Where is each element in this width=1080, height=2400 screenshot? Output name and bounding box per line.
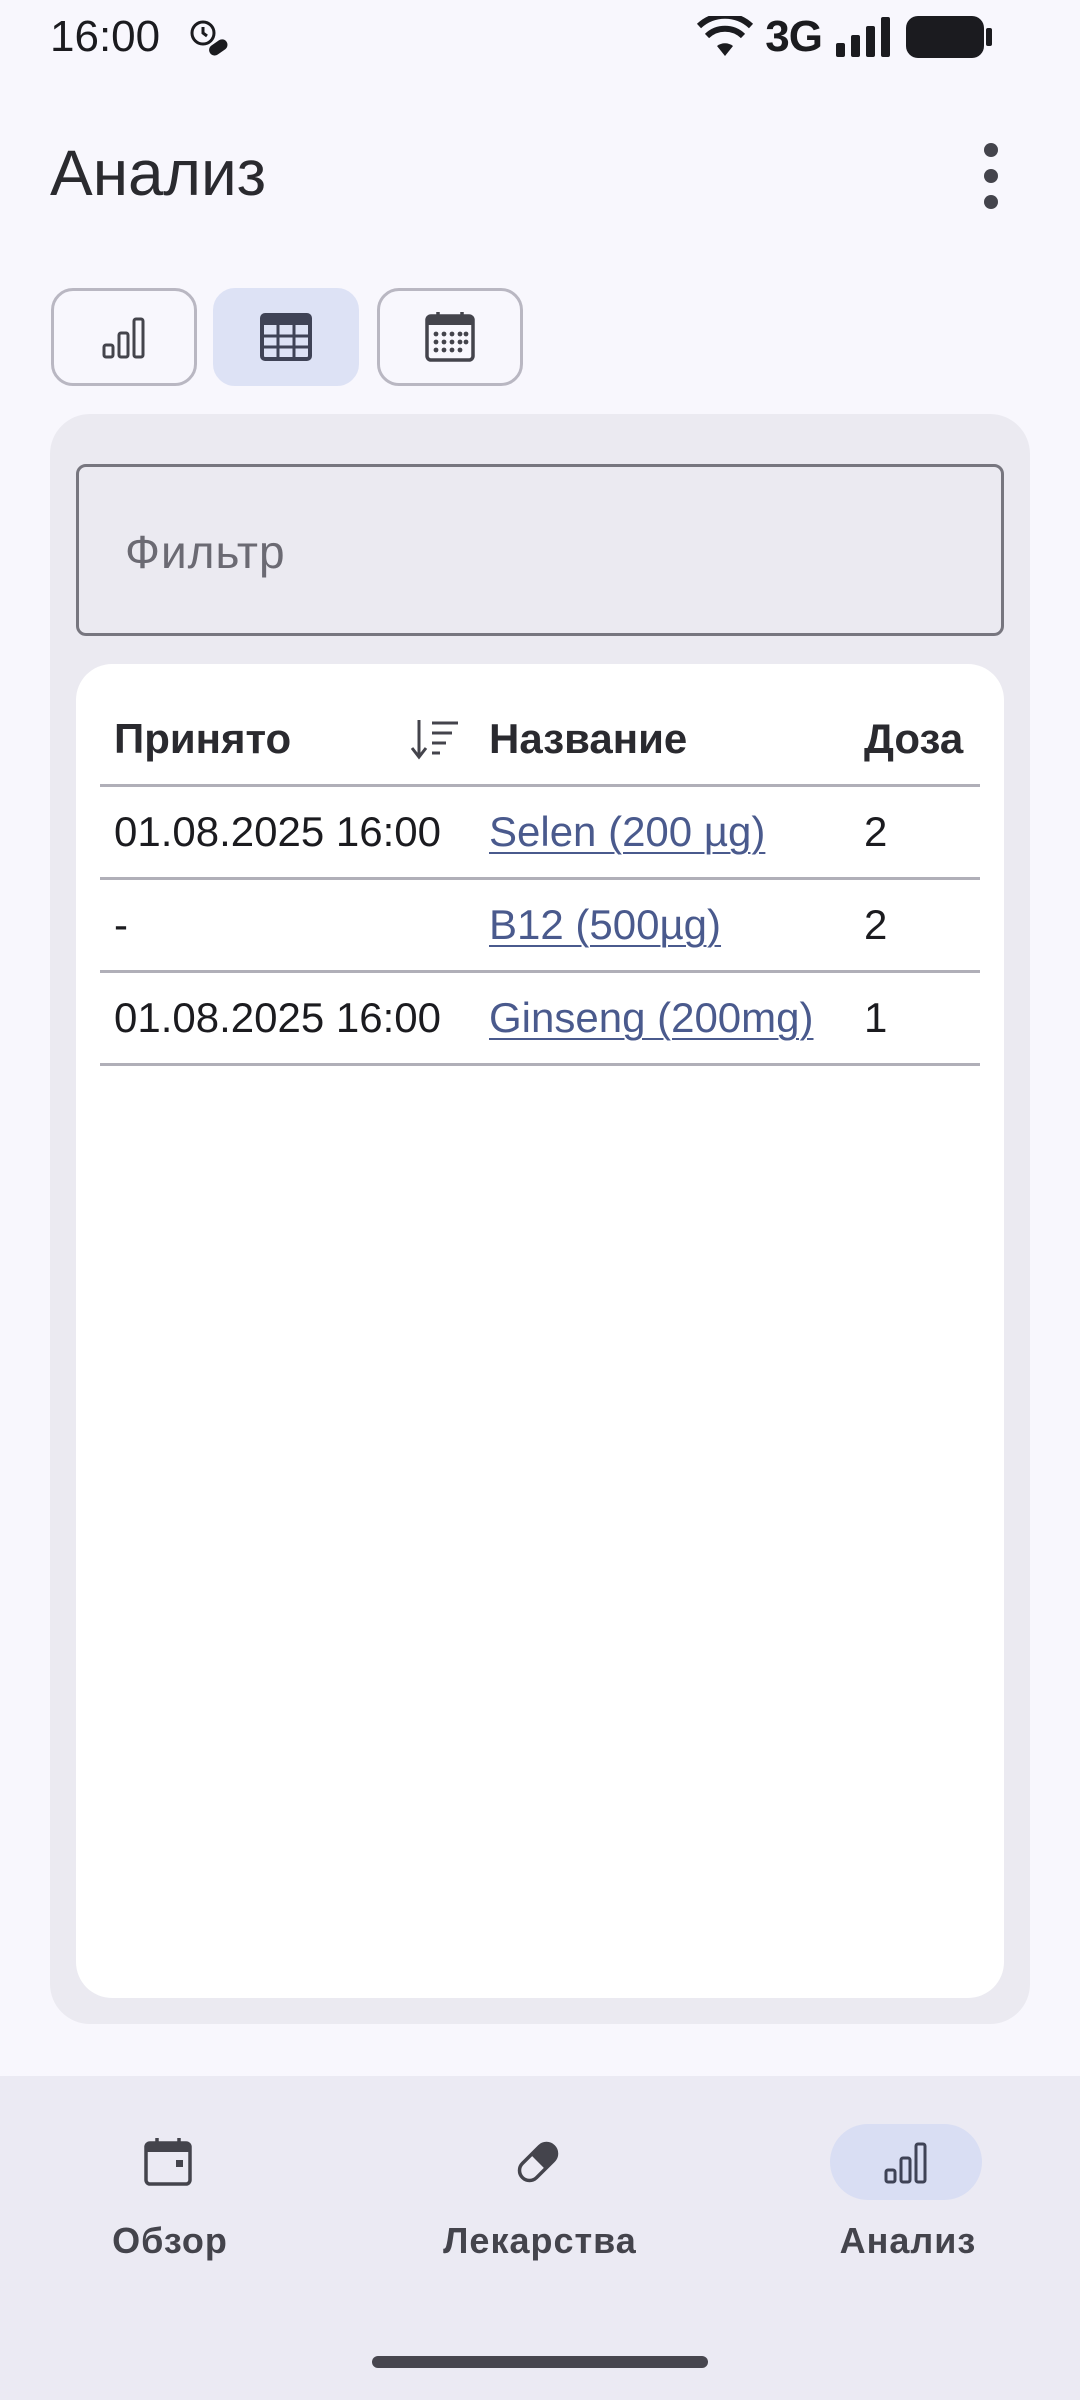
table-header-row: Принято Название Доза <box>100 694 980 787</box>
column-header-taken[interactable]: Принято <box>114 694 291 784</box>
alarm-icon <box>190 20 228 56</box>
medication-link[interactable]: Selen (200 µg) <box>489 787 765 877</box>
medication-link[interactable]: Ginseng (200mg) <box>489 973 814 1063</box>
wifi-icon <box>697 16 754 56</box>
cell-dose: 2 <box>864 901 888 948</box>
overflow-menu-button[interactable] <box>966 136 1016 216</box>
more-vert-icon <box>984 143 998 209</box>
nav-indicator <box>462 2124 614 2200</box>
filter-placeholder: Фильтр <box>125 526 286 578</box>
nav-indicator <box>92 2124 244 2200</box>
chart-view-button[interactable] <box>51 288 197 386</box>
bottom-navigation: Обзор Лекарства Анализ <box>0 2076 1080 2400</box>
medication-link[interactable]: B12 (500µg) <box>489 880 721 970</box>
status-bar: 16:00 3G <box>0 0 1080 74</box>
status-icons: 3G <box>697 12 992 61</box>
cell-taken: - <box>114 901 128 948</box>
filter-input[interactable]: Фильтр <box>76 464 1004 636</box>
table-icon <box>260 313 312 361</box>
intake-table-card: Принято Название Доза 01.08.2025 16:00 S… <box>76 664 1004 1998</box>
cell-taken: 01.08.2025 16:00 <box>114 808 441 855</box>
cell-dose: 1 <box>864 994 888 1041</box>
calendar-icon <box>144 2138 192 2186</box>
nav-item-medications[interactable]: Лекарства <box>410 2124 670 2274</box>
pill-icon <box>517 2141 559 2183</box>
column-header-name[interactable]: Название <box>489 694 687 784</box>
table-row: 01.08.2025 16:00 Ginseng (200mg) 1 <box>100 973 980 1066</box>
page-title: Анализ <box>50 137 267 209</box>
cell-dose: 2 <box>864 808 888 855</box>
home-indicator[interactable] <box>372 2356 708 2368</box>
status-time: 16:00 <box>50 12 161 61</box>
nav-label-medications: Лекарства <box>443 2220 637 2261</box>
cell-taken: 01.08.2025 16:00 <box>114 994 441 1041</box>
bar-chart-icon <box>884 2142 927 2184</box>
analysis-card: Фильтр Принято Название Доза 01.08.2025 … <box>50 414 1030 2024</box>
table-row: - B12 (500µg) 2 <box>100 880 980 973</box>
intake-table: Принято Название Доза 01.08.2025 16:00 S… <box>100 694 980 1066</box>
table-row: 01.08.2025 16:00 Selen (200 µg) 2 <box>100 787 980 880</box>
calendar-view-button[interactable] <box>377 288 523 386</box>
signal-icon <box>836 17 890 57</box>
nav-item-analysis[interactable]: Анализ <box>778 2124 1038 2274</box>
network-type: 3G <box>765 12 823 61</box>
table-view-button[interactable] <box>213 288 359 386</box>
bar-chart-icon <box>102 317 145 359</box>
nav-label-overview: Обзор <box>112 2220 228 2261</box>
column-header-dose[interactable]: Доза <box>864 694 963 784</box>
sort-descending-icon[interactable] <box>410 714 460 764</box>
nav-label-analysis: Анализ <box>839 2220 977 2261</box>
nav-indicator-active <box>830 2124 982 2200</box>
battery-icon <box>906 16 992 58</box>
nav-item-overview[interactable]: Обзор <box>40 2124 300 2274</box>
calendar-grid-icon <box>425 312 475 362</box>
